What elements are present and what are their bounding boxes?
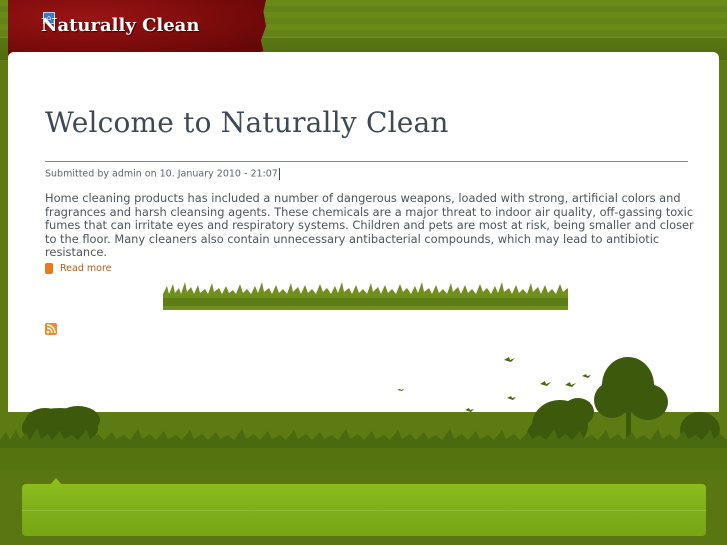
read-more-icon [45, 263, 53, 274]
footer-box [22, 484, 706, 536]
article-body: Home cleaning products has included a nu… [45, 191, 694, 259]
submitted-text: Submitted by admin on 10. January 2010 -… [45, 168, 278, 180]
submitted-info: Submitted by admin on 10. January 2010 -… [45, 168, 280, 180]
title-divider [45, 161, 688, 162]
rss-icon[interactable] [45, 323, 57, 335]
grass-divider [163, 282, 568, 310]
read-more-link[interactable]: Read more [60, 263, 112, 274]
site-name-link[interactable]: Naturally Clean [41, 15, 199, 36]
page-title: Welcome to Naturally Clean [45, 106, 449, 139]
landscape-illustration [0, 357, 727, 480]
text-cursor [278, 168, 280, 180]
